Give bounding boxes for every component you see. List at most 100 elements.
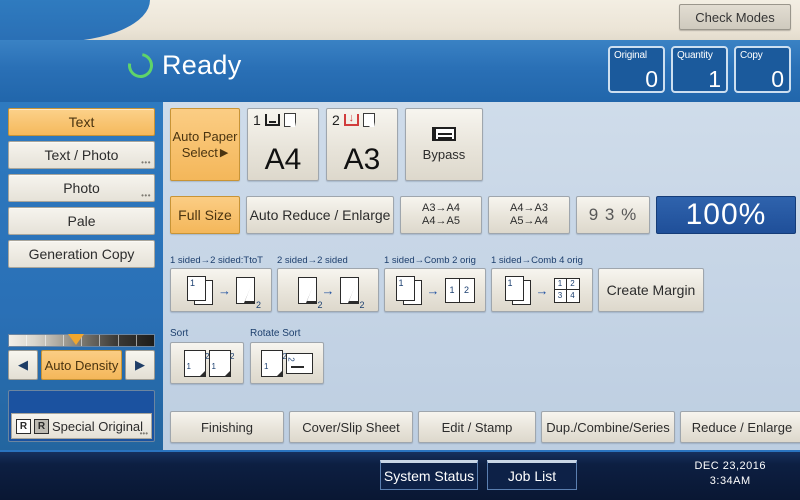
tab-finishing[interactable]: Finishing	[170, 411, 284, 443]
duplex-2to2-button[interactable]: 2 → 2	[277, 268, 379, 312]
original-type-group: Text Text / Photo ••• Photo ••• Pale Gen…	[8, 108, 155, 273]
status-bar: Ready Original 0 Quantity 1 Copy 0	[0, 40, 800, 102]
density-increase-button[interactable]: ▶	[125, 350, 155, 380]
duplex-1to2-ttot-button[interactable]: 1 2 → 2	[170, 268, 272, 312]
auto-reduce-enlarge-label: Auto Reduce / Enlarge	[249, 207, 391, 223]
bypass-tray-icon	[432, 127, 456, 141]
page-number-1: 1	[264, 361, 269, 371]
sidebar-item-text-photo[interactable]: Text / Photo •••	[8, 141, 155, 169]
ratio-reduce-button[interactable]: A3→A4 A4→A5	[400, 196, 482, 234]
counter-original-value: 0	[645, 66, 658, 92]
arrow-right-icon: →	[218, 282, 231, 298]
date-label: DEC 23,2016	[694, 460, 766, 472]
combine-cell-2: 2	[566, 279, 579, 290]
sidebar-item-text[interactable]: Text	[8, 108, 155, 136]
auto-paper-select-label-line1: Auto Paper	[172, 128, 238, 144]
ratio-enlarge-button[interactable]: A4→A3 A5→A4	[488, 196, 570, 234]
current-zoom-display[interactable]: 100%	[656, 196, 796, 234]
counter-copy[interactable]: Copy 0	[734, 46, 791, 93]
bypass-label: Bypass	[422, 147, 466, 162]
system-status-button[interactable]: System Status	[380, 460, 478, 490]
rotate-sort-button[interactable]: 1 2 2	[250, 342, 324, 384]
sort-label: Sort	[170, 328, 189, 339]
density-control: ◀ Auto Density ▶	[8, 334, 155, 380]
density-decrease-button[interactable]: ◀	[8, 350, 38, 380]
time-label: 3:34AM	[709, 475, 751, 487]
preset-93-percent-button[interactable]: 9 3 %	[576, 196, 650, 234]
tab-dup-combine-series[interactable]: Dup./Combine/Series	[541, 411, 675, 443]
sort-button-row: 1 2 1 2 1 2 2	[170, 342, 324, 384]
duplex-label-3: 1 sided→Comb 2 orig	[384, 255, 476, 266]
auto-density-button[interactable]: Auto Density	[41, 350, 122, 380]
folded-sheet-icon: 2	[297, 276, 323, 310]
special-original-button[interactable]: R R Special Original •••	[11, 413, 152, 439]
tray-2-number: 2	[332, 112, 340, 128]
tab-edit-stamp[interactable]: Edit / Stamp	[418, 411, 536, 443]
paper-tray-2-button[interactable]: 2 ↓ A3	[326, 108, 398, 181]
ratio-enlarge-line1: A4→A3	[510, 202, 548, 214]
page-sheet-icon: 1	[187, 275, 206, 301]
original-orientation-r-icon: R	[16, 418, 31, 434]
more-options-dots-icon: •••	[139, 429, 148, 438]
sidebar-item-pale[interactable]: Pale	[8, 207, 155, 235]
tab-cover-slip-sheet-label: Cover/Slip Sheet	[302, 419, 400, 435]
combine-cell-1: 1	[554, 278, 567, 290]
counter-original-label: Original	[614, 50, 647, 61]
combine-cell-3: 3	[555, 290, 567, 302]
counter-original[interactable]: Original 0	[608, 46, 665, 93]
counter-copy-value: 0	[771, 66, 784, 92]
original-orientation-r-rotated-icon: R	[34, 418, 49, 434]
paper-tray-1-button[interactable]: 1 A4	[247, 108, 319, 181]
full-size-label: Full Size	[178, 207, 232, 223]
combine-cell-2: 2	[463, 285, 469, 295]
duplex-label-4: 1 sided→Comb 4 orig	[491, 255, 583, 266]
special-original-panel: R R Special Original •••	[8, 390, 155, 442]
tray-2-header: 2 ↓	[332, 112, 392, 128]
more-options-dots-icon: •••	[141, 191, 151, 200]
full-size-button[interactable]: Full Size	[170, 196, 240, 234]
counter-quantity[interactable]: Quantity 1	[671, 46, 728, 93]
page-sheet-icon: 1	[504, 275, 524, 301]
bypass-tray-button[interactable]: Bypass	[405, 108, 483, 181]
chevron-right-icon: ▶	[219, 146, 229, 159]
sidebar-item-pale-label: Pale	[67, 213, 96, 229]
density-pointer-icon	[68, 334, 84, 345]
ratio-reduce-line2: A4→A5	[422, 215, 460, 227]
page-number-1: 1	[211, 361, 216, 371]
combine-4-originals-button[interactable]: 1 2 → 1 2 3 4	[491, 268, 593, 312]
corner-decoration	[0, 0, 150, 42]
combine-cell-4: 4	[570, 291, 575, 301]
tray-1-size: A4	[264, 143, 302, 176]
zoom-row: Full Size Auto Reduce / Enlarge A3→A4 A4…	[170, 196, 796, 234]
duplex-label-row: 1 sided→2 sided:TtoT 2 sided→2 sided 1 s…	[170, 255, 598, 266]
counter-quantity-value: 1	[708, 66, 721, 92]
combine-2-originals-button[interactable]: 1 2 → 1 2	[384, 268, 486, 312]
auto-reduce-enlarge-button[interactable]: Auto Reduce / Enlarge	[246, 196, 394, 234]
tab-cover-slip-sheet[interactable]: Cover/Slip Sheet	[289, 411, 413, 443]
auto-paper-select-button[interactable]: Auto Paper Select ▶	[170, 108, 240, 181]
arrow-down-icon: ↓	[348, 112, 355, 124]
arrow-right-icon: →	[535, 282, 549, 298]
ready-ring-icon	[123, 48, 158, 83]
density-scale[interactable]	[8, 334, 155, 347]
arrow-right-icon: →	[321, 282, 335, 298]
page-number-2: 2	[286, 356, 296, 362]
job-list-button[interactable]: Job List	[487, 460, 577, 490]
sorted-stack-icon: 1 2	[208, 349, 235, 377]
sort-button[interactable]: 1 2 1 2	[170, 342, 244, 384]
sidebar-item-generation-copy[interactable]: Generation Copy	[8, 240, 155, 268]
sidebar: Text Text / Photo ••• Photo ••• Pale Gen…	[0, 102, 163, 450]
page-sheet-icon: 1	[395, 275, 415, 301]
create-margin-button[interactable]: Create Margin	[598, 268, 704, 312]
page-number-1: 1	[190, 277, 196, 288]
rotated-sheet-icon: 2	[286, 352, 313, 374]
check-modes-button[interactable]: Check Modes	[679, 4, 791, 30]
page-number-1: 1	[398, 277, 404, 288]
sidebar-item-photo-label: Photo	[63, 180, 100, 196]
tab-reduce-enlarge[interactable]: Reduce / Enlarge	[680, 411, 800, 443]
sidebar-item-photo[interactable]: Photo •••	[8, 174, 155, 202]
top-strip: Check Modes	[0, 0, 800, 42]
page-number-2: 2	[359, 299, 365, 310]
tray-1-number: 1	[253, 112, 261, 128]
sidebar-item-text-photo-label: Text / Photo	[44, 147, 119, 163]
